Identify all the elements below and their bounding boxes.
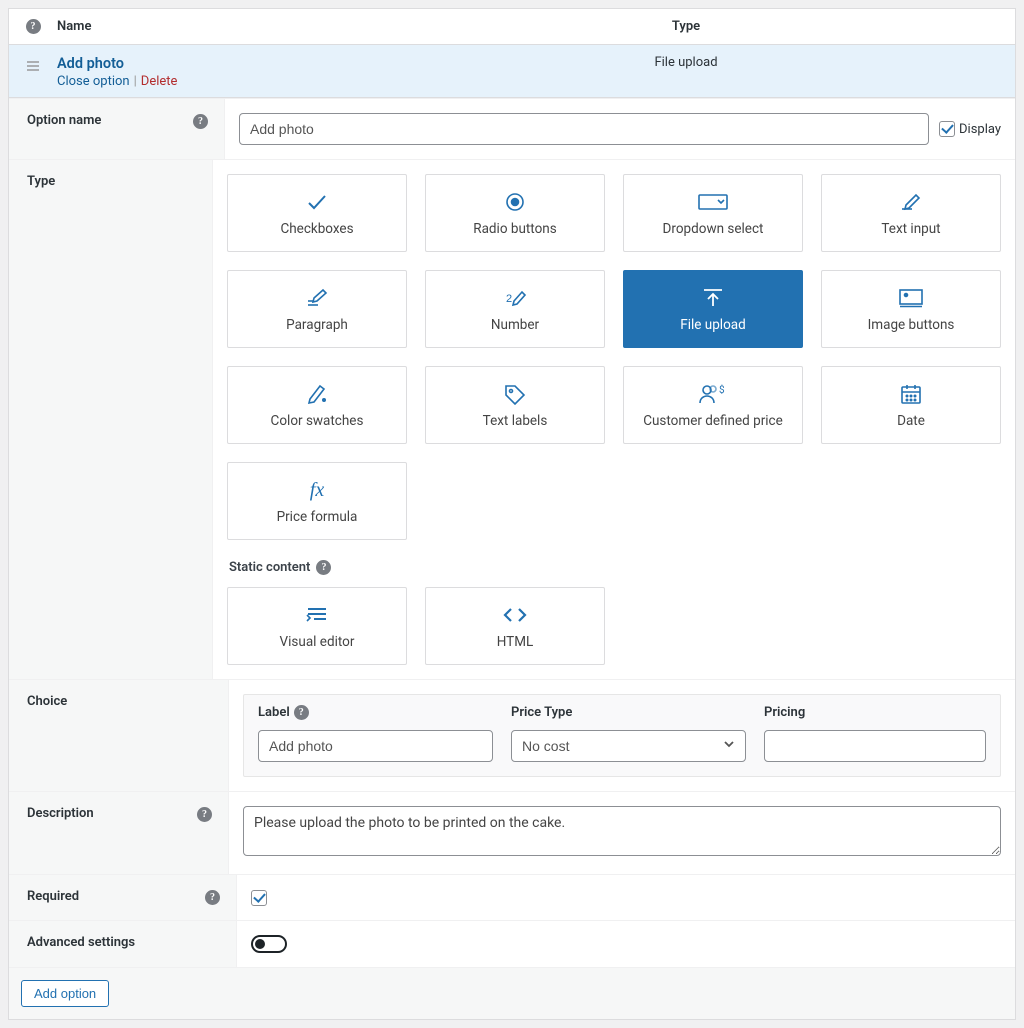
fx-icon: fx bbox=[310, 477, 324, 503]
type-card-paragraph[interactable]: Paragraph bbox=[227, 270, 407, 348]
type-card-text-labels[interactable]: Text labels bbox=[425, 366, 605, 444]
choice-pricing-input[interactable] bbox=[764, 730, 986, 762]
type-card-color-swatches[interactable]: Color swatches bbox=[227, 366, 407, 444]
type-card-price-formula[interactable]: fx Price formula bbox=[227, 462, 407, 540]
description-textarea[interactable] bbox=[243, 806, 1001, 856]
choice-header-label: Label bbox=[258, 705, 290, 720]
static-card-visual-editor[interactable]: Visual editor bbox=[227, 587, 407, 665]
help-icon[interactable]: ? bbox=[193, 114, 208, 129]
close-option-link[interactable]: Close option bbox=[57, 74, 130, 89]
option-title[interactable]: Add photo bbox=[57, 55, 357, 72]
columns-header: ? Name Type bbox=[9, 9, 1015, 45]
help-icon[interactable]: ? bbox=[26, 19, 41, 34]
editor-icon bbox=[304, 602, 330, 628]
calendar-icon bbox=[900, 381, 922, 407]
description-label: Description bbox=[27, 806, 94, 821]
type-card-checkboxes[interactable]: Checkboxes bbox=[227, 174, 407, 252]
check-icon bbox=[305, 189, 329, 215]
help-icon[interactable]: ? bbox=[197, 807, 212, 822]
type-label: Type bbox=[27, 174, 55, 189]
number-icon: 2 bbox=[502, 285, 528, 311]
choice-table: Label ? Price Type Pricing bbox=[243, 694, 1001, 777]
help-icon[interactable]: ? bbox=[316, 560, 331, 575]
image-icon bbox=[898, 285, 924, 311]
type-card-radio[interactable]: Radio buttons bbox=[425, 174, 605, 252]
display-checkbox[interactable] bbox=[939, 121, 955, 137]
advanced-settings-label: Advanced settings bbox=[27, 935, 135, 950]
required-checkbox[interactable] bbox=[251, 890, 267, 906]
display-label: Display bbox=[959, 122, 1001, 137]
type-card-customer-price[interactable]: $ Customer defined price bbox=[623, 366, 803, 444]
svg-text:$: $ bbox=[719, 383, 725, 396]
dropdown-icon bbox=[698, 189, 728, 215]
type-card-image-buttons[interactable]: Image buttons bbox=[821, 270, 1001, 348]
column-type: Type bbox=[357, 19, 1015, 34]
static-card-html[interactable]: HTML bbox=[425, 587, 605, 665]
svg-text:2: 2 bbox=[506, 293, 512, 305]
drag-handle-icon[interactable] bbox=[9, 55, 57, 73]
advanced-settings-toggle[interactable] bbox=[251, 935, 287, 953]
upload-icon bbox=[701, 285, 725, 311]
color-icon bbox=[305, 381, 329, 407]
choice-price-type-select[interactable] bbox=[511, 730, 746, 762]
type-card-date[interactable]: Date bbox=[821, 366, 1001, 444]
option-name-label: Option name bbox=[27, 113, 101, 128]
choice-header-price-type: Price Type bbox=[511, 705, 764, 720]
type-card-text-input[interactable]: Text input bbox=[821, 174, 1001, 252]
choice-label: Choice bbox=[27, 694, 67, 709]
add-option-button[interactable]: Add option bbox=[21, 980, 109, 1007]
customer-price-icon: $ bbox=[698, 381, 728, 407]
type-card-dropdown[interactable]: Dropdown select bbox=[623, 174, 803, 252]
code-icon bbox=[501, 602, 529, 628]
static-content-label: Static content ? bbox=[229, 560, 1001, 575]
option-row-type: File upload bbox=[357, 55, 1015, 70]
choice-label-input[interactable] bbox=[258, 730, 493, 762]
radio-icon bbox=[505, 189, 525, 215]
option-name-input[interactable] bbox=[239, 113, 929, 145]
delete-option-link[interactable]: Delete bbox=[141, 74, 178, 89]
paragraph-icon bbox=[306, 285, 328, 311]
required-label: Required bbox=[27, 889, 79, 904]
choice-header-pricing: Pricing bbox=[764, 705, 986, 720]
tag-icon bbox=[503, 381, 527, 407]
display-checkbox-wrap[interactable]: Display bbox=[939, 121, 1001, 137]
option-row: Add photo Close option|Delete File uploa… bbox=[9, 45, 1015, 98]
type-card-number[interactable]: 2 Number bbox=[425, 270, 605, 348]
pencil-icon bbox=[900, 189, 922, 215]
column-name: Name bbox=[57, 19, 357, 34]
help-icon[interactable]: ? bbox=[205, 890, 220, 905]
type-card-file-upload[interactable]: File upload bbox=[623, 270, 803, 348]
help-icon[interactable]: ? bbox=[294, 705, 309, 720]
